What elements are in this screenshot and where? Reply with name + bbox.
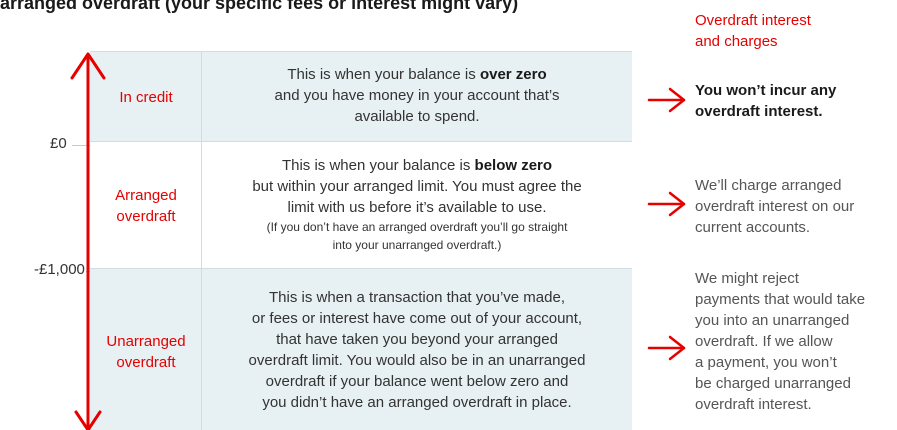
label-line: Unarranged (106, 333, 186, 350)
axis-label-zero: £0 (50, 135, 67, 152)
vertical-double-arrow-icon (70, 52, 106, 430)
description-line: you didn’t have an arranged overdraft in… (262, 394, 572, 411)
description-line: or fees or interest have come out of you… (251, 310, 583, 327)
column-header: Overdraft interest and charges (695, 10, 875, 52)
description-line: and you have money in your account that’… (274, 87, 560, 104)
description-emphasis: below zero (474, 157, 553, 174)
column-header-line: and charges (695, 33, 778, 50)
description-text: This is when your balance is (287, 66, 480, 83)
description-arranged-overdraft: This is when your balance is below zero … (206, 155, 628, 254)
outcome-line: overdraft interest on our (695, 198, 855, 215)
outcome-line: You won’t incur any (695, 82, 837, 99)
description-text: This is when your balance is (281, 157, 475, 174)
outcome-line: We’ll charge arranged (695, 177, 842, 194)
outcome-arranged-overdraft: We’ll charge arranged overdraft interest… (695, 175, 895, 238)
description-emphasis: over zero (479, 66, 547, 83)
label-line: overdraft (116, 354, 176, 371)
outcome-line: current accounts. (695, 219, 811, 236)
description-line: This is when your balance is below zero (206, 155, 628, 176)
column-header-line: Overdraft interest (695, 12, 811, 29)
outcome-in-credit: You won’t incur any overdraft interest. (695, 80, 895, 122)
outcome-line: a payment, you won’t (695, 354, 837, 371)
description-note: into your unarranged overdraft.) (332, 238, 502, 252)
right-arrow-icon (647, 335, 686, 361)
page-heading: arranged overdraft (your specific fees o… (0, 0, 519, 13)
description-line: available to spend. (354, 108, 480, 125)
label-unarranged-overdraft: Unarranged overdraft (96, 331, 196, 373)
outcome-unarranged-overdraft: We might reject payments that would take… (695, 268, 895, 415)
description-in-credit: This is when your balance is over zero a… (206, 64, 628, 127)
outcome-line: overdraft. If we allow (695, 333, 833, 350)
outcome-line: you into an unarranged (695, 312, 850, 329)
description-unarranged-overdraft: This is when a transaction that you’ve m… (206, 287, 628, 413)
description-line: but within your arranged limit. You must… (252, 178, 582, 195)
label-arranged-overdraft: Arranged overdraft (96, 185, 196, 227)
description-line: limit with us before it’s available to u… (287, 199, 547, 216)
outcome-line: be charged unarranged (695, 375, 851, 392)
row-divider (90, 141, 632, 142)
outcome-line: payments that would take (695, 291, 866, 308)
outcome-line: overdraft interest. (695, 103, 823, 120)
column-divider (201, 51, 202, 430)
label-line: overdraft (116, 208, 176, 225)
description-line: overdraft limit. You would also be in an… (248, 352, 586, 369)
description-line: This is when your balance is over zero (206, 64, 628, 85)
description-note: (If you don’t have an arranged overdraft… (266, 220, 568, 234)
row-divider (90, 51, 632, 52)
row-divider (90, 268, 632, 269)
label-in-credit: In credit (96, 87, 196, 108)
description-line: This is when a transaction that you’ve m… (269, 289, 565, 306)
outcome-line: We might reject (695, 270, 799, 287)
outcome-line: overdraft interest. (695, 396, 812, 413)
label-line: In credit (119, 89, 173, 106)
description-line: overdraft if your balance went below zer… (265, 373, 569, 390)
label-line: Arranged (115, 187, 177, 204)
description-line: that have taken you beyond your arranged (276, 331, 558, 348)
right-arrow-icon (647, 87, 686, 113)
right-arrow-icon (647, 191, 686, 217)
